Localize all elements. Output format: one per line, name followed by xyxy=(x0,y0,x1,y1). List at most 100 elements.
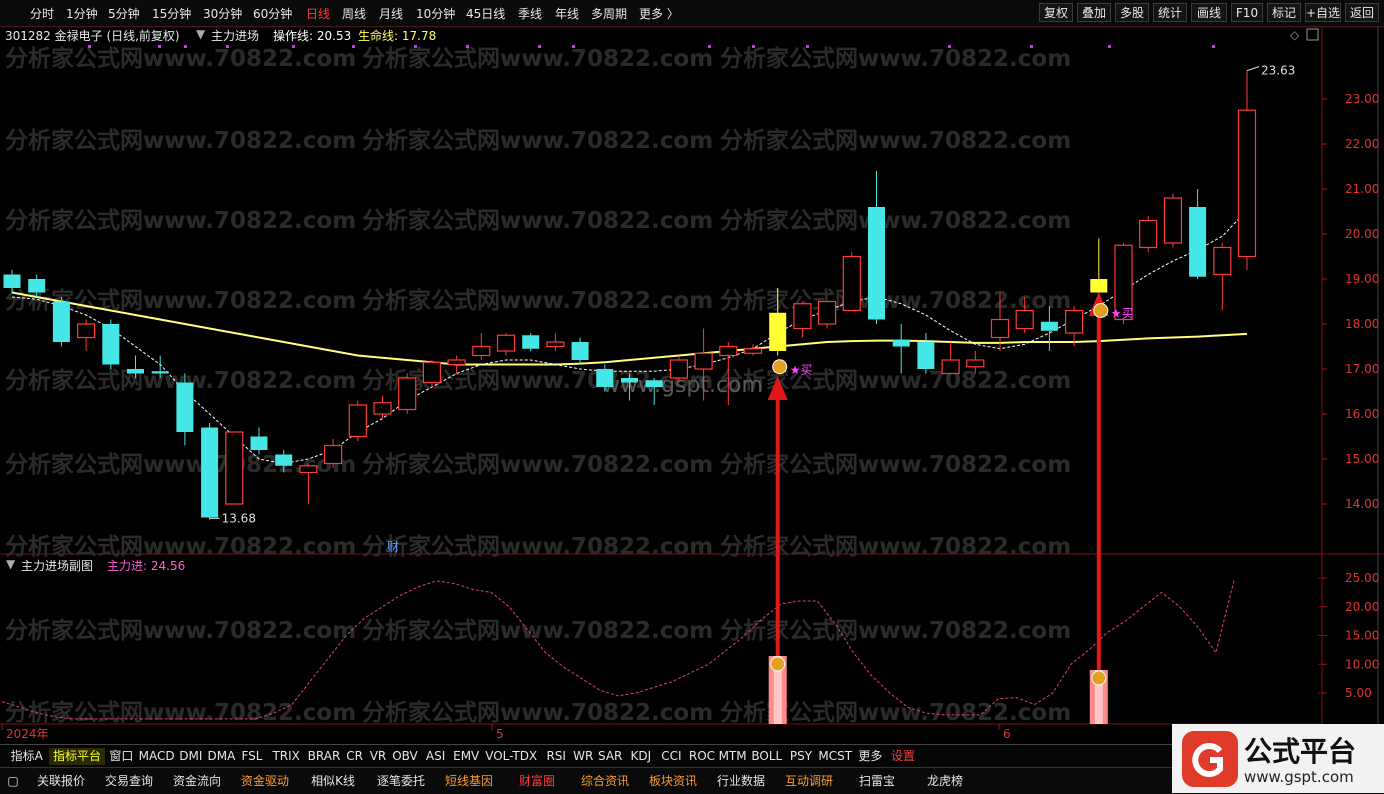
function-button-11[interactable]: 互动调研 xyxy=(776,772,842,790)
function-button-10[interactable]: 行业数据 xyxy=(708,772,774,790)
indicator-name[interactable]: 主力进场 xyxy=(211,27,259,44)
indicator-tab-6[interactable]: FSL xyxy=(237,748,267,765)
signal-dot xyxy=(806,45,809,48)
function-button-8[interactable]: 综合资讯 xyxy=(572,772,638,790)
watermark-text: 分析家公式网www.70822.com xyxy=(362,451,713,478)
toolbar-button-8[interactable]: 返回 xyxy=(1345,3,1379,22)
candle-body-up xyxy=(1237,109,1257,258)
toolbar-button-7[interactable]: +自选 xyxy=(1305,3,1341,22)
indicator-tab-19[interactable]: CCI xyxy=(657,748,687,765)
signal-dot xyxy=(158,45,161,48)
toolbar-button-0[interactable]: 复权 xyxy=(1039,3,1073,22)
toolbar-button-2[interactable]: 多股 xyxy=(1115,3,1149,22)
life-line-label: 生命线: 17.78 xyxy=(358,29,437,43)
indicator-tab-15[interactable]: RSI xyxy=(541,748,571,765)
period-6[interactable]: 日线 xyxy=(306,5,330,22)
indicator-tab-26[interactable]: 设置 xyxy=(887,748,919,765)
candle-body-up xyxy=(842,255,861,312)
indicator-tab-24[interactable]: MCST xyxy=(817,748,854,765)
function-button-2[interactable]: 资金流向 xyxy=(164,772,230,790)
indicator-tab-1[interactable]: 指标平台 xyxy=(49,748,105,765)
gspt-logo: 公式平台 www.gspt.com xyxy=(1172,724,1384,793)
candle-body-up xyxy=(225,431,244,505)
sub-indicator-name[interactable]: 主力进场副图 xyxy=(21,557,93,574)
period-3[interactable]: 15分钟 xyxy=(152,5,191,22)
period-5[interactable]: 60分钟 xyxy=(253,5,292,22)
candle-body-up xyxy=(743,348,763,354)
buy-label: ★买 xyxy=(790,363,813,377)
toolbar-button-6[interactable]: 标记 xyxy=(1267,3,1301,22)
indicator-tab-14[interactable]: VOL-TDX xyxy=(482,748,540,765)
indicator-tab-2[interactable]: 窗口 xyxy=(106,748,138,765)
candle-body-down xyxy=(621,378,638,383)
toolbar-button-5[interactable]: F10 xyxy=(1231,3,1263,22)
indicator-toggle-icon[interactable]: ▼ xyxy=(196,27,205,41)
period-1[interactable]: 1分钟 xyxy=(66,5,98,22)
candle-body-down xyxy=(522,335,540,349)
candle-body-signal xyxy=(1090,279,1108,293)
indicator-tab-12[interactable]: ASI xyxy=(421,748,451,765)
panel-toggle-icon[interactable]: ▢ xyxy=(5,772,21,790)
candle-body-down xyxy=(201,427,219,518)
candle-body-down xyxy=(571,342,589,360)
watermark-layer: 分析家公式网www.70822.com 分析家公式网www.70822.com 分析… xyxy=(5,45,1071,726)
period-11[interactable]: 季线 xyxy=(518,5,542,22)
indicator-tab-3[interactable]: MACD xyxy=(138,748,175,765)
period-0[interactable]: 分时 xyxy=(30,5,54,22)
indicator-tab-16[interactable]: WR xyxy=(572,748,594,765)
period-10[interactable]: 45日线 xyxy=(466,5,505,22)
function-button-7[interactable]: 财富圈 xyxy=(504,772,570,790)
signal-dot xyxy=(88,45,91,48)
indicator-tab-11[interactable]: OBV xyxy=(390,748,420,765)
indicator-tab-21[interactable]: MTM xyxy=(718,748,748,765)
chart-area[interactable]: 分析家公式网www.70822.com 分析家公式网www.70822.com 分析… xyxy=(0,26,1384,744)
candle-body-down xyxy=(1040,321,1058,331)
indicator-tab-23[interactable]: PSY xyxy=(786,748,816,765)
signal-dot xyxy=(1212,45,1215,48)
indicator-tab-22[interactable]: BOLL xyxy=(748,748,785,765)
watermark-text: 分析家公式网www.70822.com xyxy=(362,617,713,644)
indicator-tab-4[interactable]: DMI xyxy=(176,748,206,765)
candle-body-up xyxy=(348,404,367,438)
function-button-6[interactable]: 短线基因 xyxy=(436,772,502,790)
toolbar-button-1[interactable]: 叠加 xyxy=(1077,3,1111,22)
toolbar-button-4[interactable]: 画线 xyxy=(1191,3,1227,22)
indicator-tab-25[interactable]: 更多 xyxy=(855,748,887,765)
indicator-tab-18[interactable]: KDJ xyxy=(626,748,656,765)
price-tick-label: 21.00 xyxy=(1345,182,1379,196)
indicator-tab-7[interactable]: TRIX xyxy=(268,748,305,765)
watermark-text: 分析家公式网www.70822.com xyxy=(362,533,713,560)
toolbar-button-3[interactable]: 统计 xyxy=(1153,3,1187,22)
period-4[interactable]: 30分钟 xyxy=(203,5,242,22)
sub-indicator-toggle-icon[interactable]: ▼ xyxy=(6,557,15,571)
period-14[interactable]: 更多 〉 xyxy=(639,5,679,22)
period-13[interactable]: 多周期 xyxy=(591,5,627,22)
time-label: 6 xyxy=(1003,727,1011,741)
function-button-5[interactable]: 逐笔委托 xyxy=(368,772,434,790)
function-button-9[interactable]: 板块资讯 xyxy=(640,772,706,790)
function-button-12[interactable]: 扫雷宝 xyxy=(844,772,910,790)
period-8[interactable]: 月线 xyxy=(379,5,403,22)
function-button-4[interactable]: 相似K线 xyxy=(300,772,366,790)
indicator-tab-0[interactable]: 指标A xyxy=(5,748,48,765)
period-7[interactable]: 周线 xyxy=(342,5,366,22)
indicator-tab-20[interactable]: ROC xyxy=(687,748,717,765)
function-button-0[interactable]: 关联报价 xyxy=(28,772,94,790)
indicator-tab-5[interactable]: DMA xyxy=(207,748,237,765)
period-2[interactable]: 5分钟 xyxy=(108,5,140,22)
watermark-text: 分析家公式网www.70822.com xyxy=(5,699,356,726)
function-button-3[interactable]: 资金驱动 xyxy=(232,772,298,790)
period-12[interactable]: 年线 xyxy=(555,5,579,22)
indicator-tab-8[interactable]: BRAR xyxy=(306,748,343,765)
price-tick-label: 22.00 xyxy=(1345,137,1379,151)
indicator-tab-17[interactable]: SAR xyxy=(595,748,625,765)
function-button-13[interactable]: 龙虎榜 xyxy=(912,772,978,790)
signal-dot xyxy=(1108,45,1111,48)
period-9[interactable]: 10分钟 xyxy=(416,5,455,22)
indicator-tab-9[interactable]: CR xyxy=(343,748,365,765)
watermark-text: 分析家公式网www.70822.com xyxy=(5,127,356,154)
candle-body-up xyxy=(1015,309,1034,330)
indicator-tab-10[interactable]: VR xyxy=(367,748,389,765)
function-button-1[interactable]: 交易查询 xyxy=(96,772,162,790)
indicator-tab-13[interactable]: EMV xyxy=(451,748,481,765)
